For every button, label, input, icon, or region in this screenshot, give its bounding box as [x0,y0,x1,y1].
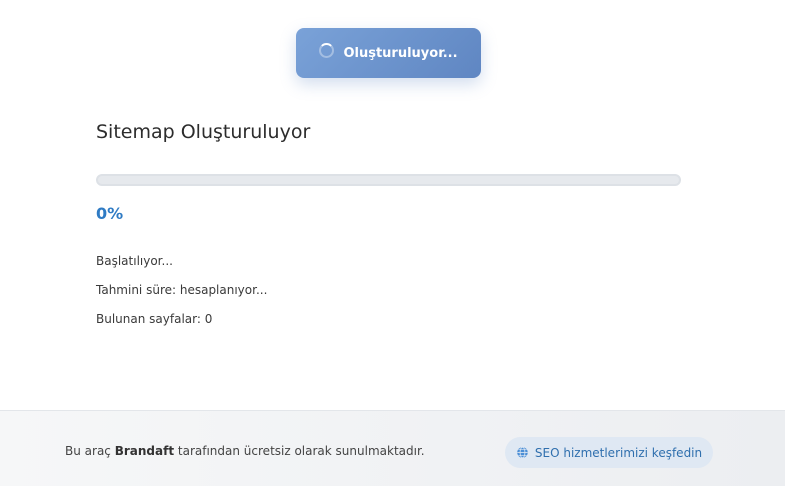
estimated-time-text: Tahmini süre: hesaplanıyor... [96,283,268,297]
progress-bar [96,174,681,186]
pages-found-text: Bulunan sayfalar: 0 [96,312,213,326]
progress-percent: 0% [96,204,124,223]
seo-services-link-label: SEO hizmetlerimizi keşfedin [534,445,703,460]
panel-title: Sitemap Oluşturuluyor [96,121,311,143]
seo-services-link[interactable]: SEO hizmetlerimizi keşfedin [505,437,713,468]
spinner-icon [319,42,335,58]
generating-button-label: Oluşturuluyor... [343,45,458,61]
footer-brand: Brandaft [114,444,175,458]
footer-text-suffix: tarafından ücretsiz olarak sunulmaktadır… [177,444,425,458]
footer: Bu araç Brandaft tarafından ücretsiz ola… [0,410,785,486]
status-text: Başlatılıyor... [96,254,173,268]
footer-text-prefix: Bu araç [65,444,111,458]
page: Oluşturuluyor... Sitemap Oluşturuluyor 0… [0,0,785,486]
footer-credit: Bu araç Brandaft tarafından ücretsiz ola… [65,444,425,458]
generating-button[interactable]: Oluşturuluyor... [296,28,481,78]
globe-icon [517,446,528,459]
